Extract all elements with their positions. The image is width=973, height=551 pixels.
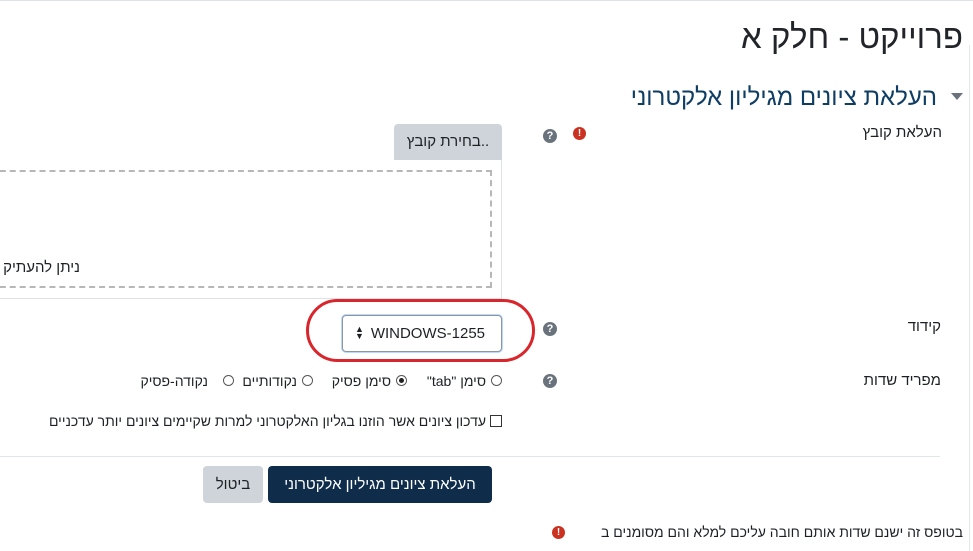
required-icon: !: [552, 526, 565, 539]
radio-label-colon: נקודותיים: [242, 373, 297, 389]
dropzone-text: ניתן להעתיק: [3, 259, 80, 276]
radio-label-tab: סימן "tab": [426, 373, 486, 389]
radio-label-semicolon: נקודה-פסיק: [140, 373, 208, 389]
caret-down-icon[interactable]: [951, 93, 963, 100]
update-grades-label: עדכון ציונים אשר הוזנו בגליון האלקטרוני …: [48, 413, 486, 429]
upload-grades-button[interactable]: העלאת ציונים מגיליון אלקטרוני: [268, 466, 492, 503]
choose-file-button[interactable]: בחירת קובץ..: [394, 124, 502, 160]
radio-comma[interactable]: [396, 375, 407, 386]
encoding-label: קידוד: [907, 318, 941, 335]
top-divider: [0, 0, 973, 1]
radio-label-comma: סימן פסיק: [331, 373, 391, 389]
cancel-button[interactable]: ביטול: [203, 466, 263, 503]
update-grades-checkbox[interactable]: [490, 415, 502, 427]
annotation-circle: [306, 299, 535, 362]
right-divider: [969, 45, 970, 551]
help-icon[interactable]: ?: [543, 374, 557, 388]
form-divider: [0, 456, 940, 457]
radio-tab[interactable]: [491, 375, 502, 386]
file-upload-label: העלאת קובץ: [862, 124, 942, 141]
required-fields-note: בטופס זה ישנם שדות אותם חובה עליכם למלא …: [601, 524, 963, 540]
radio-semicolon[interactable]: [223, 375, 234, 386]
section-title[interactable]: העלאת ציונים מגיליון אלקטרוני: [631, 84, 937, 112]
page-title: פרוייקט - חלק א: [740, 18, 963, 55]
separator-label: מפריד שדות: [863, 372, 941, 389]
help-icon[interactable]: ?: [543, 322, 557, 336]
required-icon: !: [573, 127, 586, 140]
help-icon[interactable]: ?: [543, 129, 557, 143]
radio-colon[interactable]: [302, 375, 313, 386]
